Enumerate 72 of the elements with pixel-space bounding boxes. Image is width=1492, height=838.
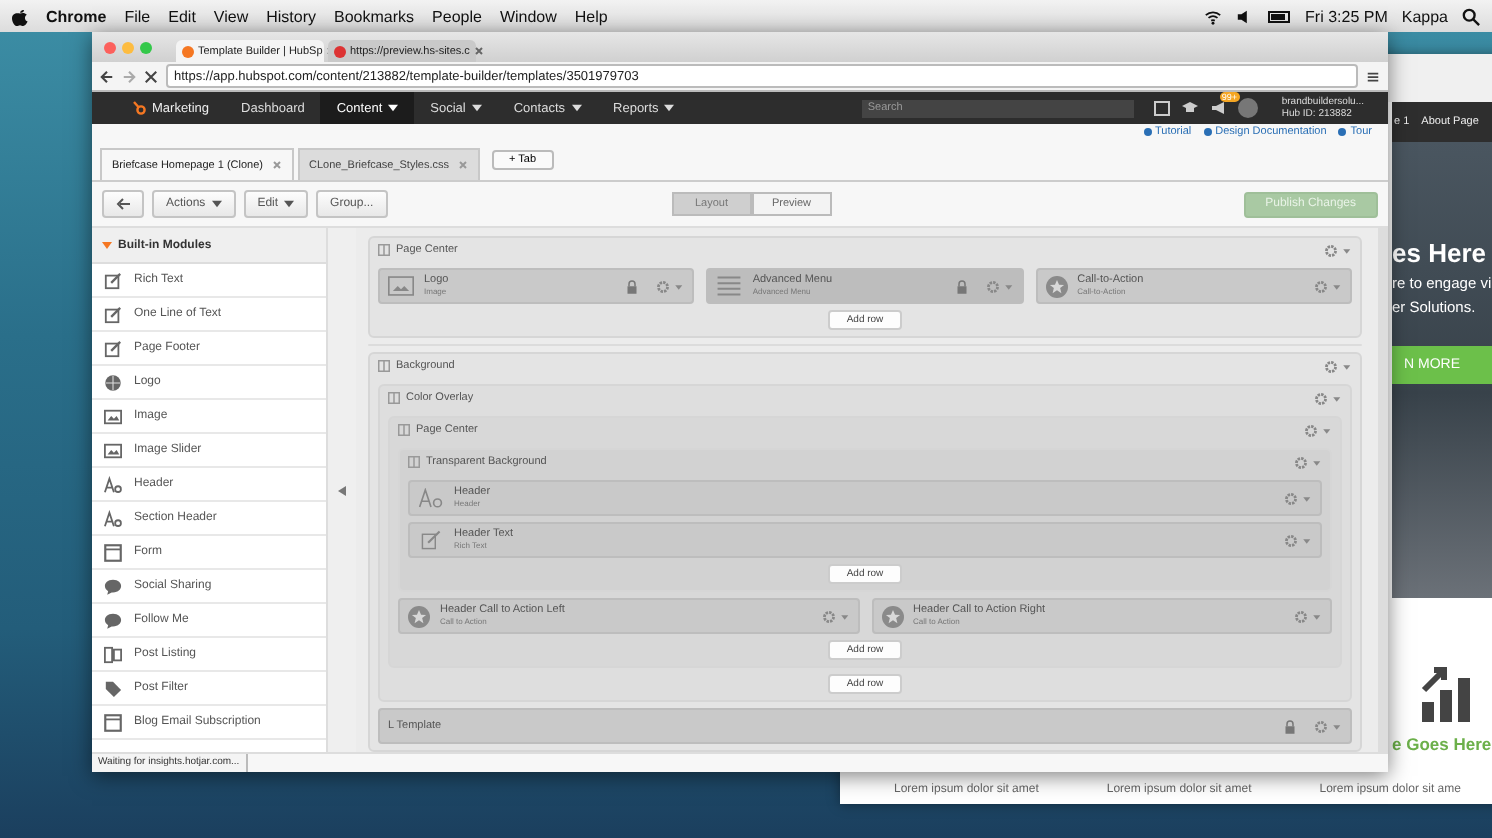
settings-dropdown[interactable] [1284,533,1312,547]
form-icon [104,713,122,731]
menu-item[interactable]: Window [499,7,557,25]
forward-arrow-icon[interactable] [122,69,136,83]
globe-icon [104,373,122,391]
edit-icon [104,305,122,323]
menu-item[interactable]: Help [574,7,608,25]
settings-dropdown[interactable] [1294,455,1322,469]
stop-icon[interactable] [144,69,158,83]
star-icon [881,605,903,627]
avatar[interactable] [1237,98,1258,118]
menu-item[interactable]: Bookmarks [334,7,415,25]
settings-dropdown[interactable] [1314,391,1342,405]
settings-dropdown[interactable] [1313,279,1342,293]
settings-dropdown[interactable] [1294,609,1322,623]
sprocket-icon [132,100,146,116]
menu-item[interactable]: History [266,7,317,25]
calendar-icon[interactable] [1153,100,1170,116]
wifi-icon[interactable] [1203,7,1222,25]
image-icon [388,276,414,296]
app-menu[interactable]: Chrome [46,7,107,25]
edit-icon [104,339,122,357]
layout-icon [378,360,390,372]
image-icon [104,441,122,459]
settings-dropdown[interactable] [985,279,1014,293]
font-icon [104,509,122,527]
layout-icon [388,392,400,404]
image-icon [104,407,122,425]
menu-item[interactable]: File [124,7,151,25]
close-icon[interactable] [457,160,468,170]
settings-dropdown[interactable] [1304,423,1332,437]
list-icon [104,645,122,663]
search-icon[interactable] [1462,7,1480,25]
settings-dropdown[interactable] [1324,359,1352,373]
hero-headline: es Here [1392,238,1488,268]
edit-icon [418,530,444,550]
font-icon [104,475,122,493]
tag-icon [104,679,122,697]
menu-item[interactable]: People [432,7,482,25]
favicon [334,45,346,57]
settings-dropdown[interactable] [1314,719,1342,733]
star-icon [1045,275,1068,297]
menu-lines-icon [716,276,743,296]
graduation-cap-icon[interactable] [1181,100,1198,116]
layout-icon [408,456,420,468]
battery-icon[interactable] [1267,7,1292,25]
back-button[interactable] [102,190,144,218]
settings-dropdown[interactable] [1324,243,1352,257]
collapse-arrow-icon[interactable] [338,485,346,495]
user-name[interactable]: Kappa [1401,7,1448,25]
menu-icon[interactable] [1366,69,1380,83]
edit-icon [104,271,122,289]
layout-icon [398,424,410,436]
zoom-window-button[interactable] [140,41,152,53]
menu-item[interactable]: View [213,7,249,25]
feature-title: e Goes Here [1392,734,1492,754]
close-window-button[interactable] [104,41,116,53]
clock[interactable]: Fri 3:25 PM [1305,7,1388,25]
star-icon [408,605,430,627]
layout-icon [378,244,390,256]
settings-dropdown[interactable] [821,609,849,623]
settings-dropdown[interactable] [1284,491,1312,505]
back-arrow-icon [116,198,130,210]
font-icon [418,488,444,508]
back-arrow-icon[interactable] [100,69,114,83]
close-icon[interactable] [473,46,484,56]
close-icon[interactable] [271,160,282,170]
favicon [182,45,194,57]
form-icon [104,543,122,561]
settings-dropdown[interactable] [656,279,685,293]
apple-icon [12,7,28,25]
menu-item[interactable]: Edit [168,7,196,25]
